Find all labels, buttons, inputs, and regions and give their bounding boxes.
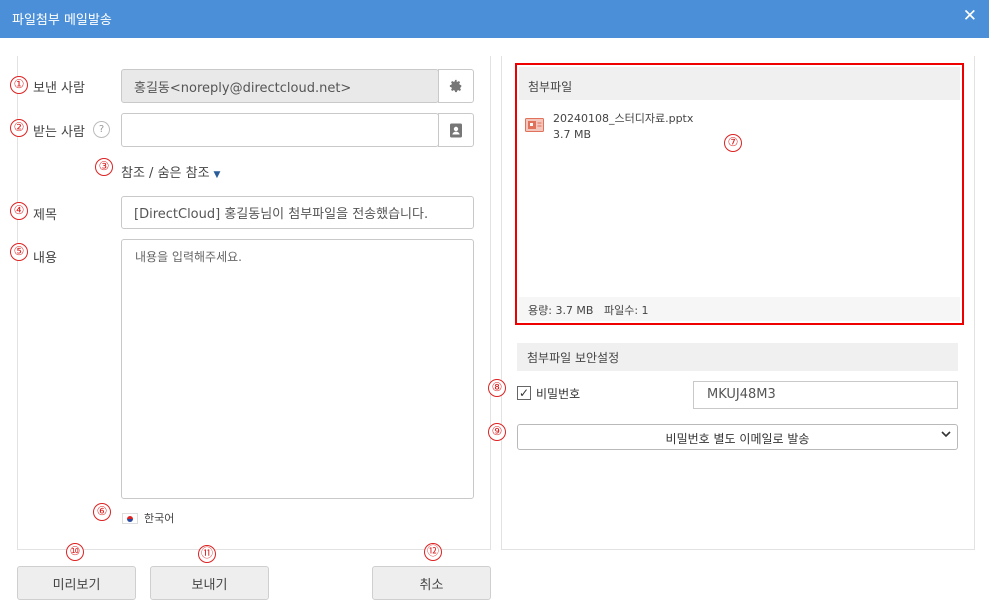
sender-field: 홍길동<noreply@directcloud.net> xyxy=(121,69,439,103)
sender-value: 홍길동<noreply@directcloud.net> xyxy=(134,80,352,96)
annotation-marker: ③ xyxy=(95,158,113,176)
password-input[interactable]: MKUJ48M3 xyxy=(693,381,958,409)
annotation-marker: ⑩ xyxy=(66,543,84,561)
annotation-marker: ⑫ xyxy=(424,543,442,561)
help-icon[interactable]: ? xyxy=(93,121,110,138)
recipient-input[interactable] xyxy=(121,113,439,147)
security-settings-header: 첨부파일 보안설정 xyxy=(517,343,958,371)
annotation-marker: ⑧ xyxy=(488,379,506,397)
list-item[interactable]: 20240108_스터디자료.pptx 3.7 MB xyxy=(525,110,693,141)
cc-bcc-label: 참조 / 숨은 참조 xyxy=(121,166,210,181)
dialog-titlebar: 파일첨부 메일발송 ✕ xyxy=(0,0,989,38)
password-label: 비밀번호 xyxy=(536,387,581,401)
password-delivery-select[interactable]: 비밀번호 별도 이메일로 발송 xyxy=(517,424,958,450)
annotation-marker: ⑤ xyxy=(10,243,28,261)
attachment-summary: 용량: 3.7 MB 파일수: 1 xyxy=(519,297,960,321)
gear-icon xyxy=(449,79,462,93)
body-placeholder: 내용을 입력해주세요. xyxy=(135,250,242,264)
sender-settings-button[interactable] xyxy=(438,69,474,103)
chevron-down-icon xyxy=(941,429,951,442)
subject-label: 제목 xyxy=(33,208,57,223)
address-book-icon xyxy=(450,123,462,137)
cancel-button[interactable]: 취소 xyxy=(372,566,491,600)
sender-label: 보낸 사람 xyxy=(33,81,85,96)
file-size: 3.7 MB xyxy=(553,128,592,141)
attachment-list: 20240108_스터디자료.pptx 3.7 MB xyxy=(519,100,960,300)
cc-bcc-toggle[interactable]: 참조 / 숨은 참조 ▼ xyxy=(121,162,220,181)
chevron-down-icon: ▼ xyxy=(213,170,221,180)
preview-button[interactable]: 미리보기 xyxy=(17,566,136,600)
annotation-marker: ① xyxy=(10,76,28,94)
attachment-box: 첨부파일 20240108_스터디자료.pptx 3.7 MB 용량: 3.7 … xyxy=(515,63,964,325)
language-label: 한국어 xyxy=(144,512,175,525)
password-checkbox[interactable]: ✓ xyxy=(517,386,531,400)
recipient-label: 받는 사람 xyxy=(33,125,85,140)
close-icon[interactable]: ✕ xyxy=(963,6,977,26)
body-label: 내용 xyxy=(33,251,57,266)
subject-input[interactable]: [DirectCloud] 홍길동님이 첨부파일을 전송했습니다. xyxy=(121,196,474,229)
annotation-marker: ⑨ xyxy=(488,423,506,441)
korea-flag-icon xyxy=(122,512,138,524)
dialog-title: 파일첨부 메일발송 xyxy=(12,13,112,28)
annotation-marker: ⑥ xyxy=(93,503,111,521)
send-button[interactable]: 보내기 xyxy=(150,566,269,600)
annotation-marker: ④ xyxy=(10,202,28,220)
subject-value: [DirectCloud] 홍길동님이 첨부파일을 전송했습니다. xyxy=(134,207,429,222)
pptx-file-icon xyxy=(525,116,545,136)
language-selector[interactable]: 한국어 xyxy=(122,510,174,526)
annotation-marker: ⑦ xyxy=(724,134,742,152)
address-book-button[interactable] xyxy=(438,113,474,147)
annotation-marker: ② xyxy=(10,119,28,137)
body-textarea[interactable]: 내용을 입력해주세요. xyxy=(121,239,474,499)
password-delivery-value: 비밀번호 별도 이메일로 발송 xyxy=(665,432,810,446)
annotation-marker: ⑪ xyxy=(198,545,216,563)
attachment-header: 첨부파일 xyxy=(519,67,960,100)
file-name: 20240108_스터디자료.pptx xyxy=(553,112,694,125)
